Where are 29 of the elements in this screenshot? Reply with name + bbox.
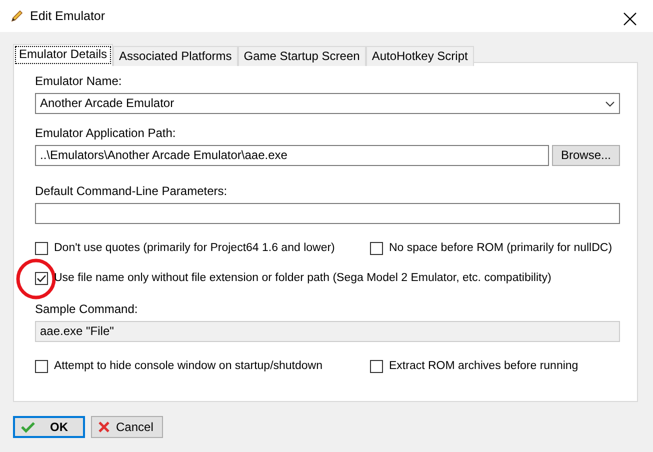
pencil-icon [10, 9, 24, 23]
checkbox[interactable] [370, 360, 383, 373]
browse-button[interactable]: Browse... [552, 145, 620, 166]
checkbox-label[interactable]: Attempt to hide console window on startup/shutdown [54, 359, 322, 374]
cancel-button[interactable]: Cancel [91, 416, 163, 438]
field-label: Sample Command: [35, 302, 139, 317]
ok-button[interactable]: OK [13, 416, 85, 438]
checkbox[interactable] [35, 242, 48, 255]
tab[interactable]: Associated Platforms [113, 46, 238, 66]
tab[interactable]: Game Startup Screen [238, 46, 366, 66]
chevron-down-icon [605, 100, 615, 106]
field-label: Emulator Name: [35, 74, 123, 89]
sample-command-field: aae.exe "File" [35, 321, 620, 342]
checkmark-icon [21, 421, 35, 433]
tab[interactable]: Emulator Details [13, 44, 114, 66]
cross-icon [98, 421, 110, 433]
application-path-field[interactable]: ..\Emulators\Another Arcade Emulator\aae.exe [35, 145, 549, 166]
window-title: Edit Emulator [30, 8, 106, 25]
field-label: Default Command-Line Parameters: [35, 184, 228, 199]
checkbox[interactable] [35, 360, 48, 373]
checkbox-label[interactable]: No space before ROM (primarily for nullDC) [389, 241, 612, 256]
field-label: Emulator Application Path: [35, 126, 177, 141]
emulator-name-dropdown[interactable]: Another Arcade Emulator [35, 93, 620, 114]
checkbox-label[interactable]: Don't use quotes (primarily for Project64 1.6 and lower) [54, 241, 335, 256]
parameters-field[interactable] [35, 203, 620, 224]
checkbox[interactable] [35, 272, 48, 285]
checkbox[interactable] [370, 242, 383, 255]
tab[interactable]: AutoHotkey Script [366, 46, 474, 66]
checkbox-label[interactable]: Extract ROM archives before running [389, 359, 578, 374]
